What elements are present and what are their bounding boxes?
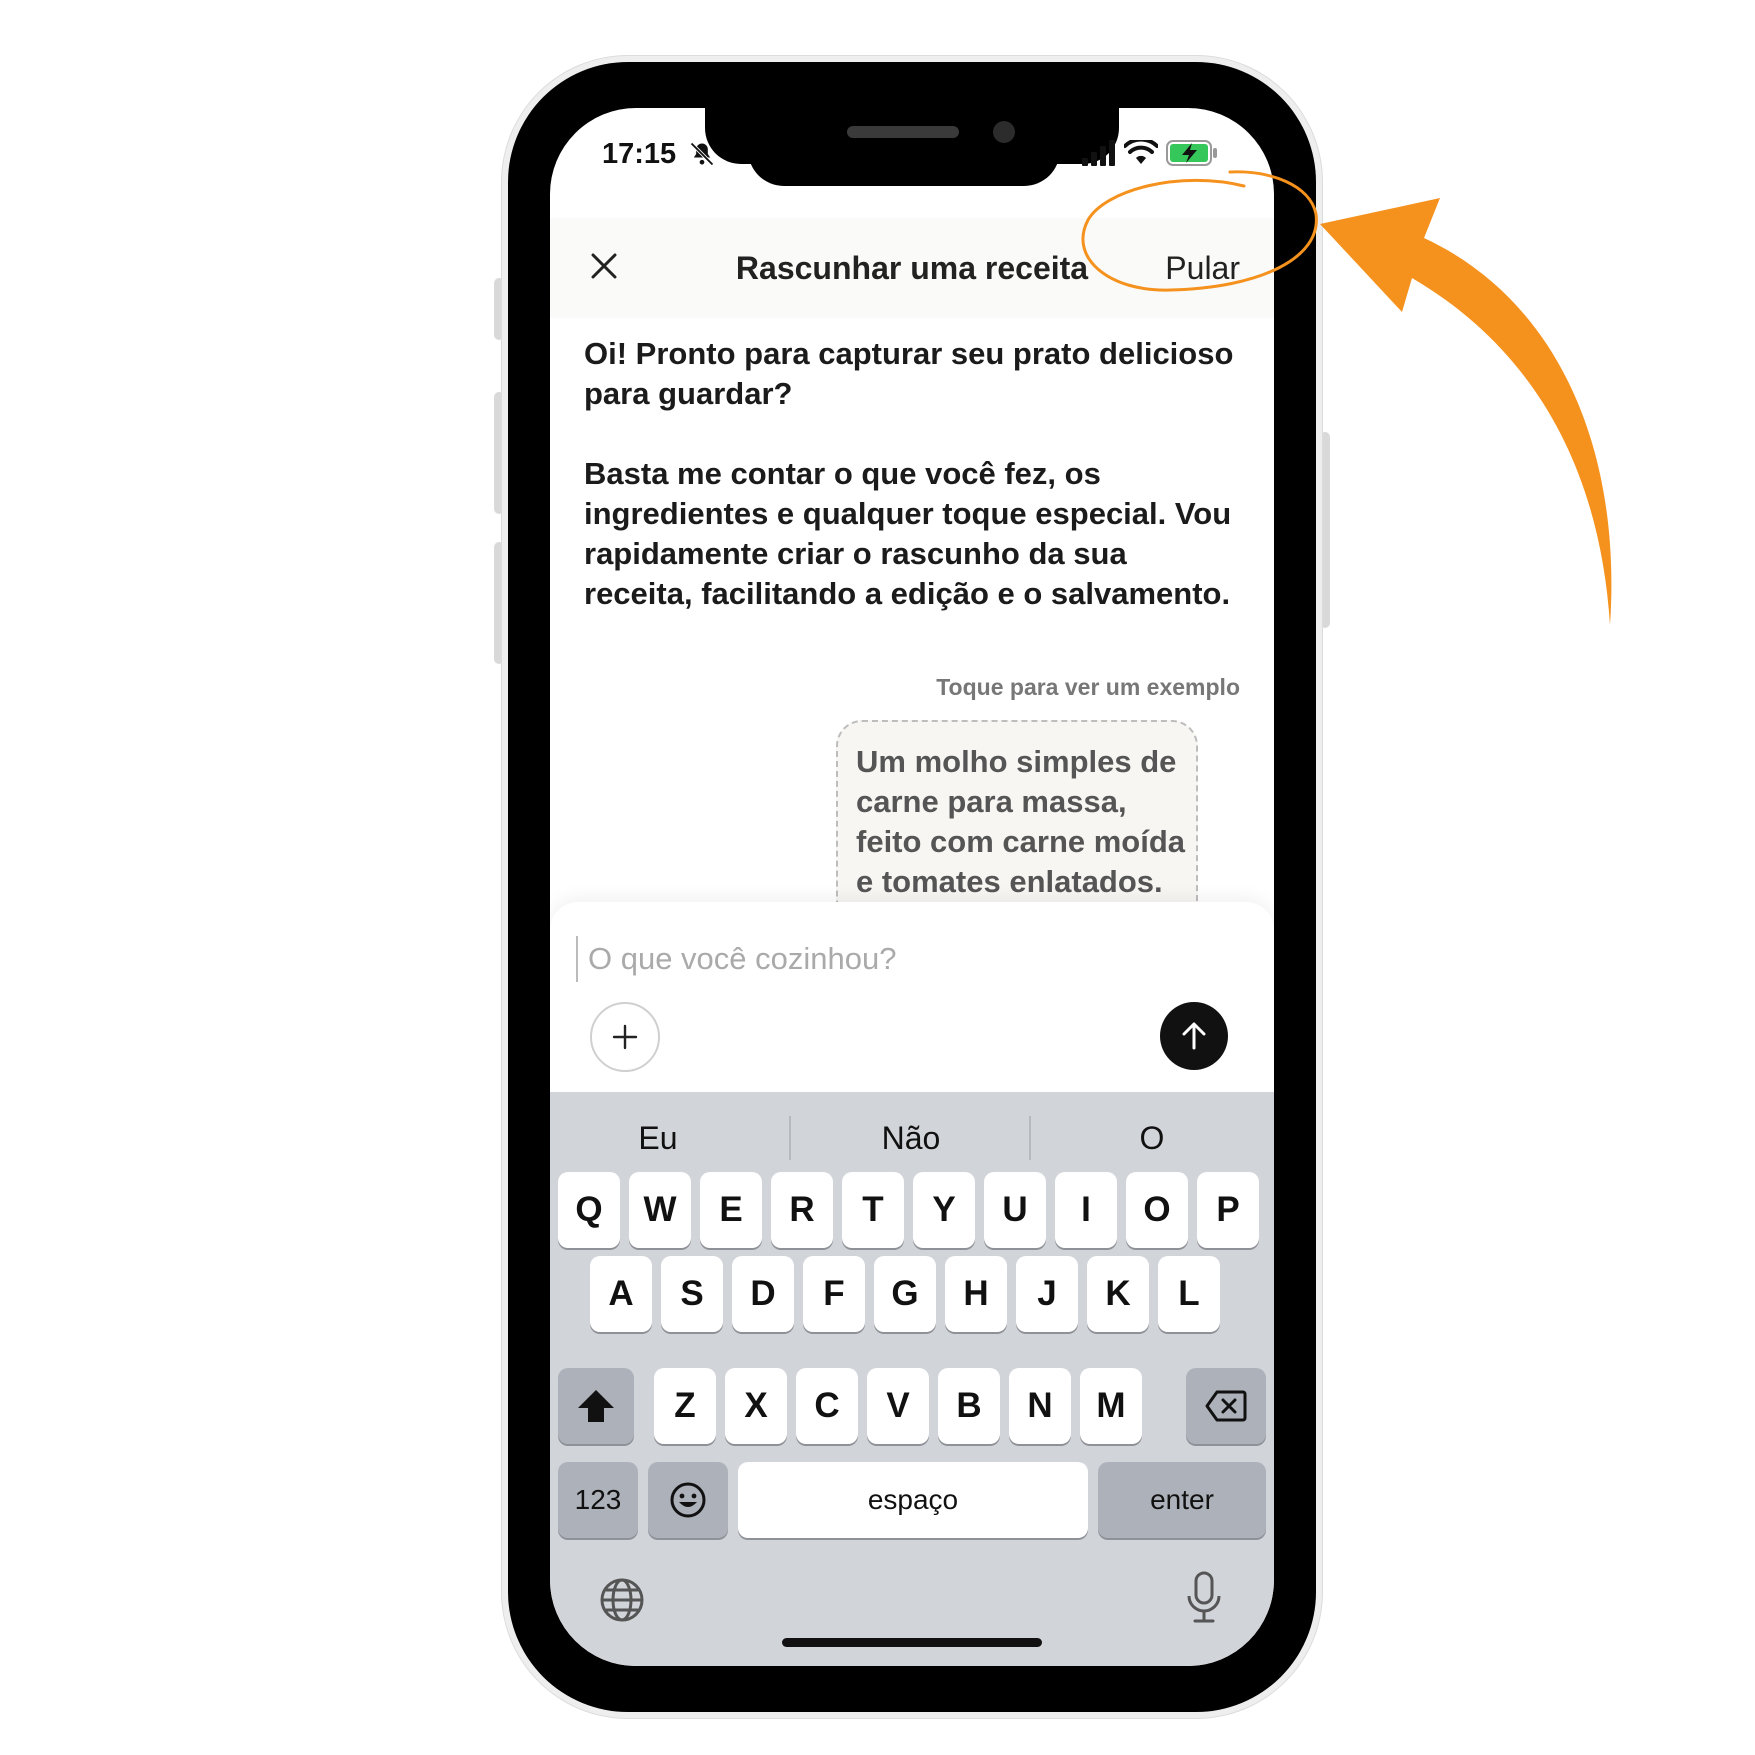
status-icons (1082, 138, 1218, 168)
key-x[interactable]: X (725, 1368, 787, 1444)
key-t[interactable]: T (842, 1172, 904, 1248)
phone-screen: 17:15 Rascunhar uma receita Pular Oi! Pr… (550, 108, 1274, 1666)
battery-charging-icon (1166, 140, 1217, 166)
shift-icon (578, 1390, 614, 1422)
key-i[interactable]: I (1055, 1172, 1117, 1248)
bell-slash-icon (690, 142, 714, 166)
key-c[interactable]: C (796, 1368, 858, 1444)
mute-switch (494, 278, 504, 340)
wifi-icon (1124, 140, 1158, 164)
example-text: Um molho simples de carne para massa, fe… (856, 744, 1186, 899)
key-h[interactable]: H (945, 1256, 1007, 1332)
key-j[interactable]: J (1016, 1256, 1078, 1332)
key-b[interactable]: B (938, 1368, 1000, 1444)
key-g[interactable]: G (874, 1256, 936, 1332)
suggestion-nao[interactable]: Não (791, 1120, 1031, 1157)
key-d[interactable]: D (732, 1256, 794, 1332)
signal-icon (1082, 140, 1115, 166)
send-button[interactable] (1160, 1002, 1228, 1070)
notch (705, 108, 1119, 164)
suggestion-o[interactable]: O (1032, 1120, 1272, 1157)
home-indicator (782, 1638, 1042, 1647)
key-k[interactable]: K (1087, 1256, 1149, 1332)
annotation-arrow (1320, 198, 1612, 625)
add-button[interactable] (590, 1002, 660, 1072)
example-hint: Toque para ver um exemplo (936, 674, 1240, 700)
key-q[interactable]: Q (558, 1172, 620, 1248)
key-p[interactable]: P (1197, 1172, 1259, 1248)
key-s[interactable]: S (661, 1256, 723, 1332)
key-w[interactable]: W (629, 1172, 691, 1248)
speaker-grille (847, 126, 959, 138)
keyboard: Eu Não O QWERTYUIOP ASDFGHJKL ZXCVBNM 12… (550, 1092, 1274, 1666)
key-z[interactable]: Z (654, 1368, 716, 1444)
key-f[interactable]: F (803, 1256, 865, 1332)
recipe-input[interactable] (576, 936, 1230, 982)
emoji-key[interactable] (648, 1462, 728, 1538)
enter-key[interactable]: enter (1098, 1462, 1266, 1538)
key-l[interactable]: L (1158, 1256, 1220, 1332)
power-button (1320, 432, 1330, 628)
intro-paragraph-2: Basta me contar o que você fez, os ingre… (584, 456, 1232, 611)
suggestion-bar: Eu Não O (550, 1092, 1274, 1182)
key-v[interactable]: V (867, 1368, 929, 1444)
plus-icon (612, 1024, 638, 1050)
assistant-intro-message: Oi! Pronto para capturar seu prato delic… (584, 334, 1234, 654)
skip-button[interactable]: Pular (1165, 250, 1240, 287)
key-r[interactable]: R (771, 1172, 833, 1248)
status-time: 17:15 (602, 138, 677, 170)
key-u[interactable]: U (984, 1172, 1046, 1248)
globe-icon[interactable] (598, 1576, 646, 1624)
key-o[interactable]: O (1126, 1172, 1188, 1248)
phone-frame: 17:15 Rascunhar uma receita Pular Oi! Pr… (508, 62, 1316, 1712)
volume-up-button (494, 392, 504, 514)
key-a[interactable]: A (590, 1256, 652, 1332)
composer (550, 902, 1274, 1092)
shift-key[interactable] (558, 1368, 634, 1444)
key-e[interactable]: E (700, 1172, 762, 1248)
volume-down-button (494, 542, 504, 664)
space-key[interactable]: espaço (738, 1462, 1088, 1538)
backspace-key[interactable] (1186, 1368, 1266, 1444)
emoji-icon (670, 1482, 706, 1518)
key-y[interactable]: Y (913, 1172, 975, 1248)
suggestion-eu[interactable]: Eu (550, 1120, 778, 1157)
numbers-key[interactable]: 123 (558, 1462, 638, 1538)
camera-dot (993, 121, 1015, 143)
arrow-up-icon (1182, 1022, 1206, 1050)
key-m[interactable]: M (1080, 1368, 1142, 1444)
microphone-icon[interactable] (1184, 1570, 1224, 1626)
suggestion-divider (1029, 1116, 1031, 1160)
header-bar: Rascunhar uma receita Pular (550, 218, 1274, 318)
key-n[interactable]: N (1009, 1368, 1071, 1444)
intro-paragraph-1: Oi! Pronto para capturar seu prato delic… (584, 336, 1234, 411)
backspace-icon (1205, 1390, 1247, 1422)
